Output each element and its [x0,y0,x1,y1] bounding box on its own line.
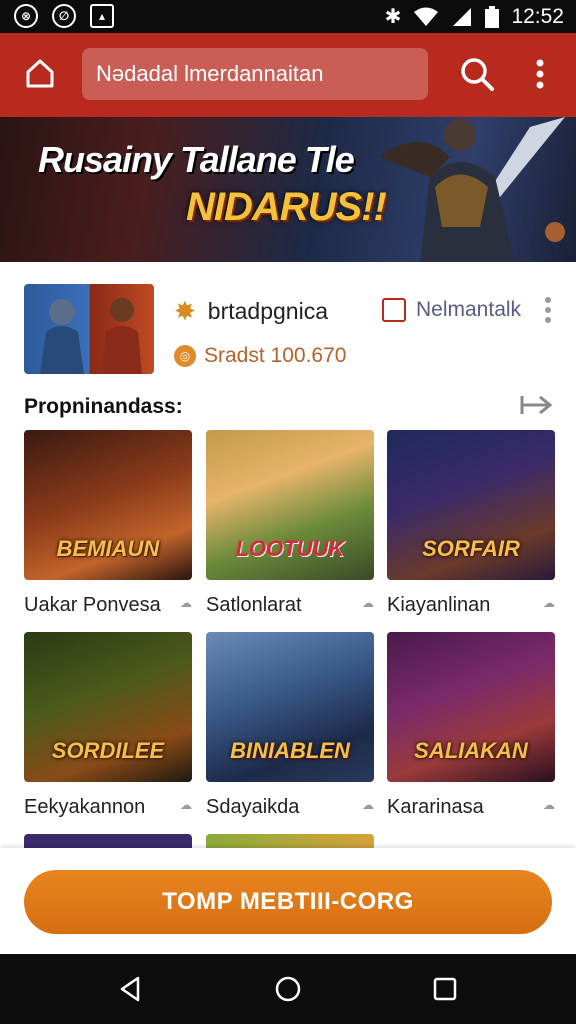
home-icon[interactable] [22,55,58,91]
promo-banner[interactable]: Rusainy Tallane Tle NIDARUS!! [0,117,576,262]
game-title[interactable]: Eekyakannon [24,796,145,819]
battery-icon [485,5,500,28]
cloud-icon: ☁ [543,596,555,610]
wifi-icon [414,7,439,26]
cloud-icon: ☁ [543,798,555,812]
image-icon: ▴ [90,4,114,28]
top-app-bar: Nǝdadal lmerdannaitan [0,33,576,117]
game-card[interactable]: SORDILEE Eekyakannon ☁ [24,632,192,818]
game-card[interactable]: SALIAKAN Kararinasa ☁ [387,632,555,818]
clock: 12:52 [511,4,564,28]
developer-icon [382,298,406,322]
game-art[interactable]: SORDILEE [24,632,192,782]
notification-app-icon: ⊗ [14,4,38,28]
game-title[interactable]: Sdayaikda [206,796,299,819]
section-title: Propninandass: [24,395,183,418]
game-art-title: SORFAIR [422,536,520,561]
featured-app-thumbnail[interactable] [24,284,154,374]
game-art-title: SORDILEE [51,738,165,763]
home-circle-icon[interactable] [273,974,303,1004]
search-input[interactable]: Nǝdadal lmerdannaitan [82,48,428,100]
coin-icon: ◎ [174,345,196,367]
game-card[interactable]: LOOTUUK Satlonlarat ☁ [206,430,374,616]
game-title[interactable]: Kararinasa [387,796,484,819]
cloud-icon: ☁ [362,798,374,812]
game-card[interactable]: BEMIAUN Uakar Ponvesa ☁ [24,430,192,616]
notification-app-icon: ∅ [52,4,76,28]
game-card-partial[interactable] [206,834,374,848]
featured-app-stat: Sradst 100.670 [204,344,347,367]
search-icon[interactable] [458,55,496,93]
arrow-right-icon[interactable] [520,392,554,418]
cloud-icon: ☁ [180,596,192,610]
game-art-title: LOOTUUK [235,536,345,561]
more-vert-icon[interactable] [528,55,552,93]
back-icon[interactable] [116,974,146,1004]
game-card-partial[interactable] [24,834,192,848]
game-title[interactable]: Kiayanlinan [387,594,490,617]
signal-icon [453,7,472,26]
banner-title: Rusainy Tallane Tle [38,139,355,180]
game-card[interactable]: BINIABLEN Sdayaikda ☁ [206,632,374,818]
hero-artwork [380,117,565,262]
featured-app-card[interactable]: ✸ brtadpgnica Nelmantalk ◎ Sradst 100.67… [0,262,576,380]
game-art[interactable]: LOOTUUK [206,430,374,580]
game-art[interactable]: BEMIAUN [24,430,192,580]
banner-subtitle: NIDARUS!! [186,185,387,229]
primary-cta-button[interactable]: TOMP MEBTIII-CORG [24,870,552,934]
bluetooth-icon: ✱ [384,6,402,28]
game-title[interactable]: Uakar Ponvesa [24,594,161,617]
star-badge-icon: ✸ [174,296,196,326]
cloud-icon: ☁ [362,596,374,610]
game-art-title: BEMIAUN [56,536,160,561]
bottom-action-bar: TOMP MEBTIII-CORG [0,848,576,954]
status-bar: ⊗ ∅ ▴ ✱ 12:52 [0,0,576,33]
system-nav-bar [0,954,576,1024]
game-art-title: SALIAKAN [414,738,528,763]
more-vert-icon[interactable] [544,296,552,324]
recents-icon[interactable] [430,974,460,1004]
game-art[interactable]: SORFAIR [387,430,555,580]
game-art[interactable]: BINIABLEN [206,632,374,782]
featured-thumbnail-art [40,298,142,374]
game-art[interactable]: SALIAKAN [387,632,555,782]
featured-app-name: brtadpgnica [207,298,328,324]
featured-app-developer[interactable]: Nelmantalk [416,298,521,322]
cloud-icon: ☁ [180,798,192,812]
game-art-title: BINIABLEN [230,738,350,763]
game-card[interactable]: SORFAIR Kiayanlinan ☁ [387,430,555,616]
game-title[interactable]: Satlonlarat [206,594,302,617]
